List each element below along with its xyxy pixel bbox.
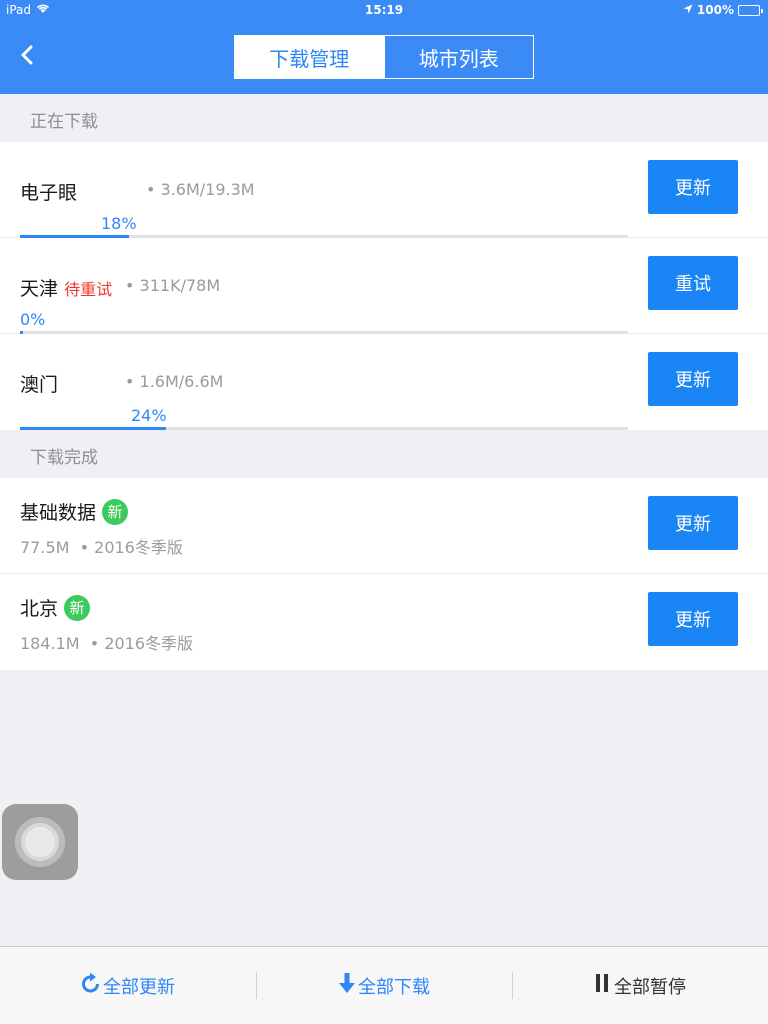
refresh-icon (81, 972, 101, 999)
download-all-button[interactable]: 全部下载 (256, 947, 512, 1024)
retry-button[interactable]: 重试 (648, 256, 738, 310)
status-time: 15:19 (364, 3, 404, 17)
update-all-label: 全部更新 (103, 976, 175, 998)
item-percent: 24% (131, 406, 167, 425)
retry-status-tag: 待重试 (64, 280, 113, 299)
item-percent: 18% (101, 214, 137, 233)
pause-all-button[interactable]: 全部暂停 (512, 947, 768, 1024)
chevron-left-icon (14, 45, 44, 74)
update-button[interactable]: 更新 (648, 352, 738, 406)
section-downloading-title: 正在下载 (30, 112, 98, 132)
status-right: 100% (683, 3, 763, 17)
pause-all-label: 全部暂停 (614, 976, 686, 998)
item-info: 77.5M • 2016冬季版 (20, 538, 183, 557)
completed-list: 基础数据新 77.5M • 2016冬季版 更新 北京新 184.1M • 20… (0, 478, 768, 670)
new-badge: 新 (64, 594, 91, 621)
completed-row-beijing: 北京新 184.1M • 2016冬季版 更新 (0, 574, 768, 670)
item-size-value: 311K/78M (139, 276, 221, 295)
pause-icon (594, 973, 612, 998)
segmented-control: 下载管理 城市列表 (234, 35, 534, 79)
back-button[interactable] (14, 40, 44, 70)
download-row-eye: 电子眼 • 3.6M/19.3M 18% 更新 (0, 142, 768, 238)
item-name-text: 北京 (20, 598, 59, 620)
item-name: 天津 待重试 (20, 274, 112, 301)
battery-icon (738, 4, 763, 16)
battery-percent: 100% (696, 3, 734, 17)
item-name: 北京新 (20, 594, 91, 623)
downloading-list: 电子眼 • 3.6M/19.3M 18% 更新 天津 待重试 • 311K/78… (0, 142, 768, 430)
item-info: 184.1M • 2016冬季版 (20, 634, 194, 653)
item-size: • 3.6M/19.3M (146, 180, 255, 199)
item-size-value: 1.6M/6.6M (139, 372, 224, 391)
item-percent: 0% (20, 310, 46, 329)
item-size: 184.1M (20, 634, 80, 653)
item-name: 电子眼 (20, 182, 78, 204)
download-arrow-icon (338, 972, 356, 999)
nav-bar: iPad 15:19 100% 下载管理 城市列表 (0, 0, 768, 94)
item-size: • 1.6M/6.6M (125, 372, 224, 391)
new-badge: 新 (102, 498, 129, 525)
update-button[interactable]: 更新 (648, 496, 738, 550)
download-row-tianjin: 天津 待重试 • 311K/78M 0% 重试 (0, 238, 768, 334)
download-row-macau: 澳门 • 1.6M/6.6M 24% 更新 (0, 334, 768, 430)
status-bar: iPad 15:19 100% (0, 0, 768, 20)
update-button[interactable]: 更新 (648, 160, 738, 214)
item-size: • 311K/78M (125, 276, 221, 295)
bottom-toolbar: 全部更新 全部下载 全部暂停 (0, 946, 768, 1024)
item-version: 2016冬季版 (94, 538, 183, 557)
item-name-text: 天津 (20, 278, 59, 300)
assistive-touch-button[interactable] (2, 804, 78, 880)
progress-track (20, 427, 628, 430)
location-arrow-icon (683, 3, 693, 17)
section-completed-title: 下载完成 (30, 448, 98, 468)
tab-city-list[interactable]: 城市列表 (383, 36, 534, 78)
item-size-value: 3.6M/19.3M (160, 180, 255, 199)
update-all-button[interactable]: 全部更新 (0, 947, 256, 1024)
completed-row-basic-data: 基础数据新 77.5M • 2016冬季版 更新 (0, 478, 768, 574)
item-size: 77.5M (20, 538, 70, 557)
item-name: 澳门 (20, 374, 59, 396)
divider (512, 972, 513, 999)
item-name-text: 基础数据 (20, 502, 97, 524)
divider (256, 972, 257, 999)
progress-bar (20, 427, 166, 430)
download-all-label: 全部下载 (358, 976, 430, 998)
item-name: 基础数据新 (20, 498, 129, 527)
assistive-touch-dot (25, 827, 55, 857)
item-version: 2016冬季版 (104, 634, 194, 653)
update-button[interactable]: 更新 (648, 592, 738, 646)
tab-download-manager[interactable]: 下载管理 (235, 36, 384, 78)
